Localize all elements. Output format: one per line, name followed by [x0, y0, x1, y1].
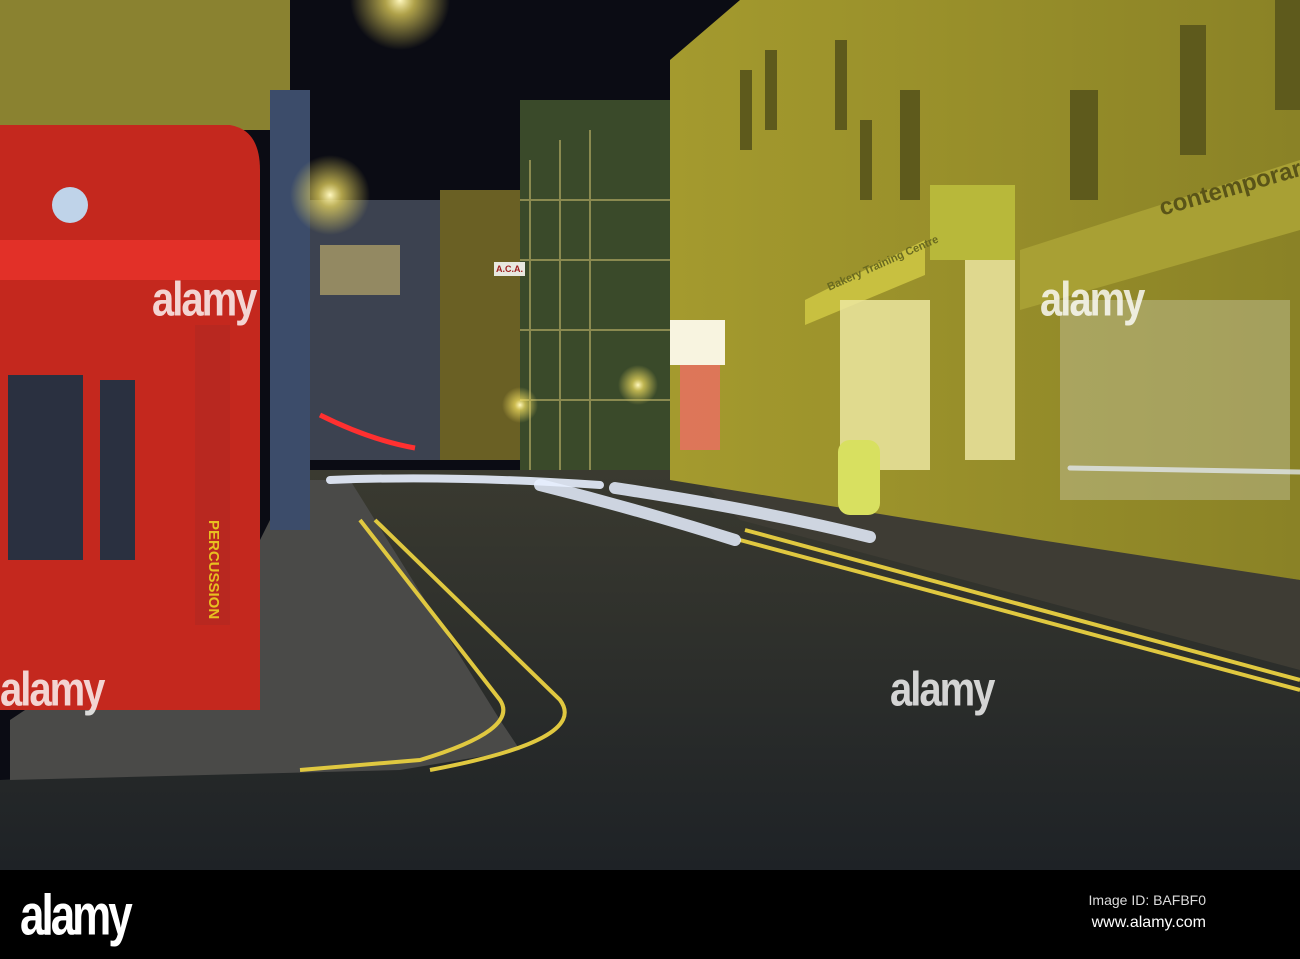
site-url: www.alamy.com: [1091, 914, 1206, 931]
street-scene: [0, 0, 1300, 870]
lit-shop-sign: [670, 320, 725, 365]
distant-building: [300, 200, 450, 460]
footer-bar: alamy Image ID: BAFBF0 www.alamy.com: [0, 870, 1300, 959]
image-id: Image ID: BAFBF0: [1088, 892, 1206, 908]
awning-box: [930, 185, 1015, 260]
a-board-sign: [838, 440, 880, 515]
aca-sign: A.C.A.: [494, 262, 525, 276]
watermark: alamy: [152, 273, 257, 327]
watermark: alamy: [890, 663, 995, 717]
blue-lamp: [52, 187, 88, 223]
night-street-photo: contemporary Bakery Training Centre PERC…: [0, 0, 1300, 870]
left-upper-building: [0, 0, 290, 130]
percussion-sign: PERCUSSION: [205, 520, 222, 620]
shop-window: [8, 375, 83, 560]
streetlight-glow: [290, 155, 370, 235]
watermark: alamy: [1040, 273, 1145, 327]
stock-photo-page: contemporary Bakery Training Centre PERC…: [0, 0, 1300, 959]
alamy-logo: alamy: [20, 884, 133, 948]
watermark: alamy: [0, 663, 105, 717]
scaffolding-building: [520, 100, 680, 470]
left-mid-building: [270, 90, 310, 530]
